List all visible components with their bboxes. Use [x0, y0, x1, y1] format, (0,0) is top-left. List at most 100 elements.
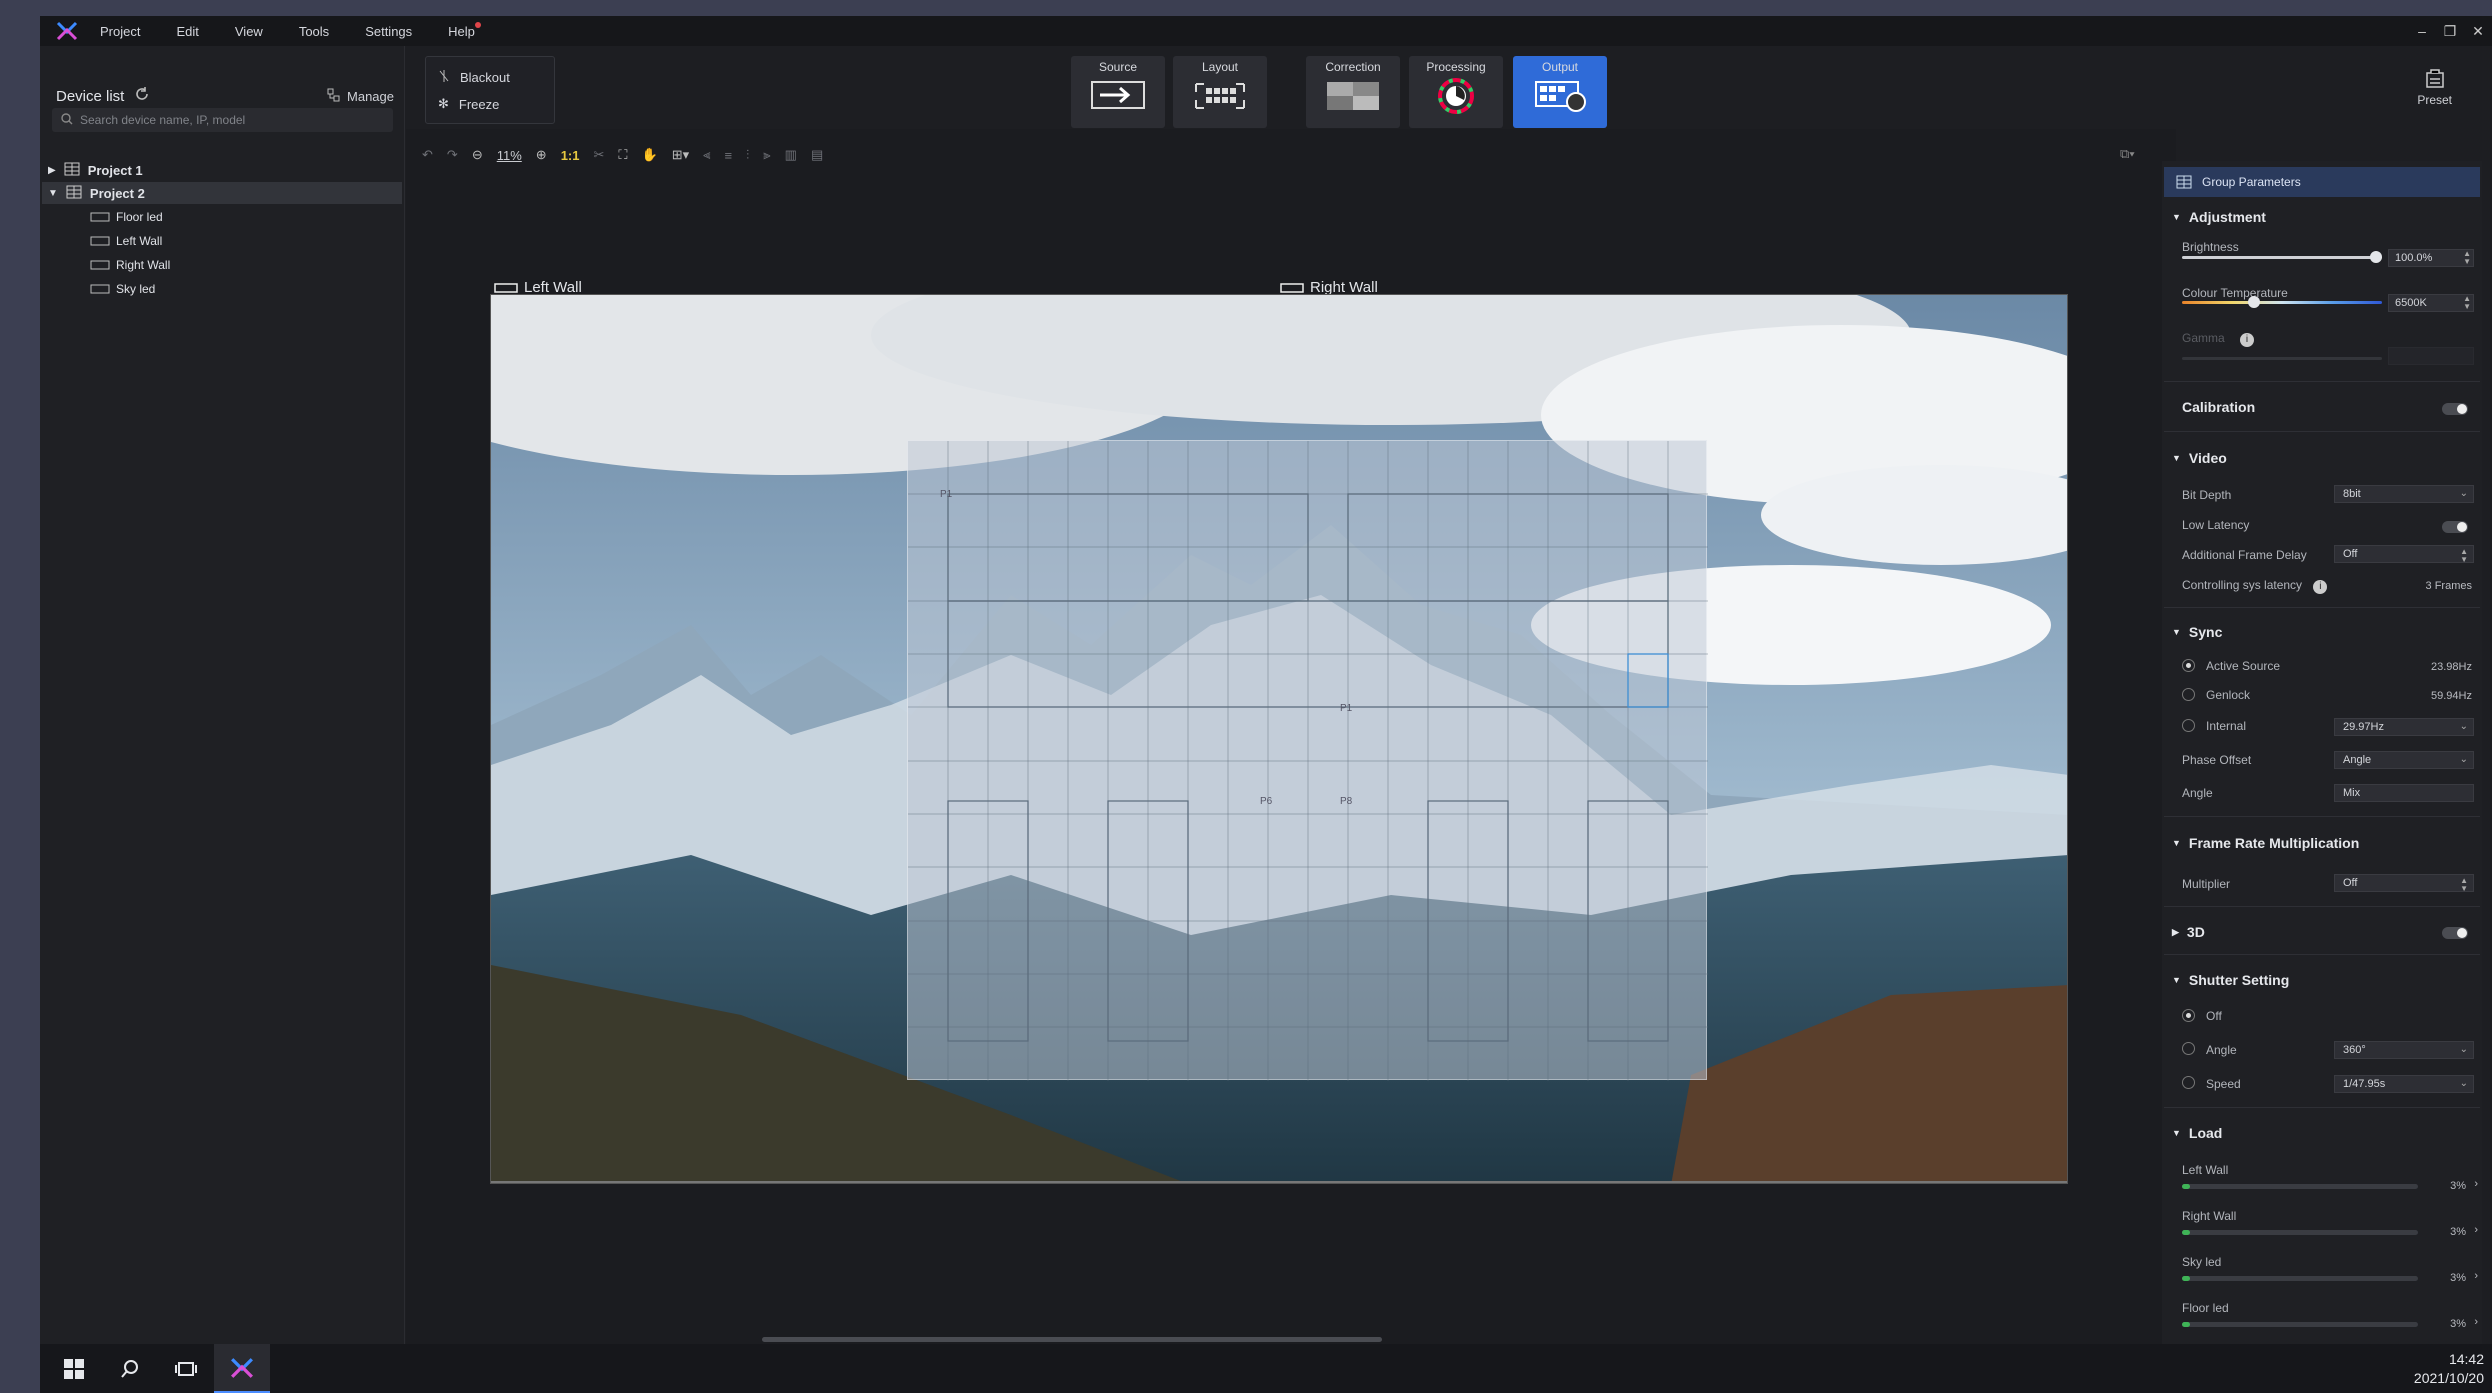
- actual-size-button[interactable]: 1:1: [561, 148, 580, 163]
- load-name: Left Wall: [2182, 1163, 2229, 1177]
- section-load[interactable]: ▼ Load: [2172, 1125, 2222, 1141]
- menu-help[interactable]: Help: [448, 21, 481, 39]
- search-icon: [61, 113, 73, 128]
- mode-layout-button[interactable]: Layout: [1173, 56, 1267, 128]
- brightness-input[interactable]: 100.0% ▲ ▼: [2388, 249, 2474, 267]
- align-center-icon[interactable]: ≡: [724, 148, 732, 163]
- close-icon[interactable]: ✕: [2464, 23, 2492, 40]
- screen-grid-overlay[interactable]: P1 P1 P6 P8: [907, 440, 1708, 1081]
- calibration-toggle[interactable]: [2442, 403, 2468, 415]
- phase-offset-select[interactable]: Angle ⌄: [2334, 751, 2474, 769]
- task-view-icon[interactable]: [158, 1344, 214, 1393]
- chevron-right-icon[interactable]: ›: [2474, 1316, 2478, 1328]
- minimize-icon[interactable]: –: [2408, 23, 2436, 39]
- chevron-right-icon[interactable]: ›: [2474, 1224, 2478, 1236]
- colour-temp-knob[interactable]: [2248, 296, 2260, 308]
- shutter-off-radio[interactable]: [2182, 1009, 2195, 1022]
- align-right-icon[interactable]: ⫸: [763, 147, 770, 163]
- shutter-angle-radio[interactable]: [2182, 1042, 2195, 1055]
- genlock-radio[interactable]: [2182, 688, 2195, 701]
- windows-start-icon[interactable]: [46, 1344, 102, 1393]
- internal-radio[interactable]: [2182, 719, 2195, 732]
- manage-button[interactable]: Manage: [327, 88, 394, 105]
- refresh-icon[interactable]: [134, 86, 150, 106]
- mode-processing-button[interactable]: Processing: [1409, 56, 1503, 128]
- distribute-v-icon[interactable]: ▤: [811, 147, 823, 163]
- zoom-in-icon[interactable]: ⊕: [536, 147, 547, 163]
- device-search-input[interactable]: Search device name, IP, model: [52, 108, 393, 132]
- chevron-right-icon[interactable]: ›: [2474, 1178, 2478, 1190]
- active-source-radio[interactable]: [2182, 659, 2195, 672]
- tree-item-left-wall[interactable]: Left Wall: [40, 230, 405, 252]
- spin-icon[interactable]: ▲ ▼: [2463, 295, 2471, 311]
- multiplier-input[interactable]: Off ▲ ▼: [2334, 874, 2474, 893]
- blackout-button[interactable]: Blackout: [438, 69, 510, 86]
- horizontal-scrollbar[interactable]: [762, 1337, 1382, 1342]
- system-clock[interactable]: 14:42 2021/10/20: [2414, 1350, 2484, 1388]
- mode-source-button[interactable]: Source: [1071, 56, 1165, 128]
- angle-input[interactable]: Mix: [2334, 784, 2474, 802]
- section-title: Adjustment: [2188, 209, 2266, 225]
- undo-icon[interactable]: ↶: [422, 147, 433, 163]
- chevron-right-icon[interactable]: ›: [2474, 1270, 2478, 1282]
- tree-item-right-wall[interactable]: Right Wall: [40, 254, 405, 276]
- brightness-slider[interactable]: [2182, 251, 2382, 263]
- low-latency-toggle[interactable]: [2442, 521, 2468, 533]
- align-bottom-icon[interactable]: ⫶: [746, 147, 749, 163]
- chevron-down-icon[interactable]: ▼: [48, 188, 58, 199]
- freeze-button[interactable]: ✻ Freeze: [438, 96, 499, 112]
- menu-edit[interactable]: Edit: [176, 24, 198, 39]
- menu-settings[interactable]: Settings: [365, 24, 412, 39]
- internal-rate-select[interactable]: 29.97Hz ⌄: [2334, 718, 2474, 736]
- info-icon[interactable]: i: [2313, 580, 2328, 594]
- menu-tools[interactable]: Tools: [299, 24, 329, 39]
- section-shutter[interactable]: ▼ Shutter Setting: [2172, 972, 2289, 988]
- port-label: P6: [1260, 796, 1273, 807]
- cut-icon[interactable]: ✂: [593, 147, 604, 163]
- screenshot-icon[interactable]: ⧉▾: [2120, 146, 2135, 162]
- shutter-speed-select[interactable]: 1/47.95s ⌄: [2334, 1075, 2474, 1093]
- shutter-speed-radio[interactable]: [2182, 1076, 2195, 1089]
- mode-output-button[interactable]: Output: [1513, 56, 1607, 128]
- 3d-toggle[interactable]: [2442, 927, 2468, 939]
- spin-icon[interactable]: ▲ ▼: [2463, 250, 2471, 266]
- spin-icon[interactable]: ▲ ▼: [2460, 548, 2468, 564]
- tree-item-sky-led[interactable]: Sky led: [40, 278, 405, 300]
- tree-item-project-2[interactable]: ▼ Project 2: [42, 182, 402, 204]
- info-icon[interactable]: i: [2240, 333, 2255, 347]
- section-adjustment[interactable]: ▼ Adjustment: [2172, 209, 2266, 225]
- fit-icon[interactable]: ⛶: [618, 147, 627, 163]
- zoom-out-icon[interactable]: ⊖: [472, 147, 483, 163]
- distribute-h-icon[interactable]: ▥: [785, 147, 797, 163]
- menu-view[interactable]: View: [235, 24, 263, 39]
- section-video[interactable]: ▼ Video: [2172, 450, 2227, 466]
- spin-icon[interactable]: ▲ ▼: [2460, 877, 2468, 893]
- shutter-angle-select[interactable]: 360° ⌄: [2334, 1041, 2474, 1059]
- section-frame-rate-multiplication[interactable]: ▼ Frame Rate Multiplication: [2172, 835, 2359, 851]
- restore-icon[interactable]: ❐: [2436, 23, 2464, 40]
- tree-item-floor-led[interactable]: Floor led: [40, 206, 405, 228]
- mode-correction-button[interactable]: Correction: [1306, 56, 1400, 128]
- search-icon[interactable]: [102, 1344, 158, 1393]
- grid-icon[interactable]: ⊞▾: [672, 147, 689, 163]
- align-left-icon[interactable]: ⫷: [703, 147, 710, 163]
- menu-project[interactable]: Project: [100, 24, 140, 39]
- chevron-right-icon[interactable]: ▶: [48, 165, 56, 176]
- tree-item-project-1[interactable]: ▶ Project 1: [40, 159, 405, 181]
- redo-icon[interactable]: ↷: [447, 147, 458, 163]
- screen-icon: [90, 210, 110, 225]
- app-taskbar-icon[interactable]: [214, 1344, 270, 1393]
- colour-temp-slider[interactable]: [2182, 296, 2382, 308]
- section-3d[interactable]: ▶ 3D: [2172, 924, 2205, 940]
- preset-button[interactable]: Preset: [2417, 68, 2452, 107]
- section-sync[interactable]: ▼ Sync: [2172, 624, 2222, 640]
- bit-depth-select[interactable]: 8bit ⌄: [2334, 485, 2474, 503]
- device-label: Floor led: [116, 210, 163, 224]
- hand-icon[interactable]: ✋: [642, 147, 658, 163]
- zoom-value[interactable]: 11%: [497, 148, 522, 163]
- section-title: Shutter Setting: [2188, 972, 2290, 988]
- brightness-knob[interactable]: [2370, 251, 2382, 263]
- frame-delay-input[interactable]: Off ▲ ▼: [2334, 545, 2474, 564]
- group-parameters-tab[interactable]: Group Parameters: [2164, 167, 2480, 197]
- colour-temp-input[interactable]: 6500K ▲ ▼: [2388, 294, 2474, 312]
